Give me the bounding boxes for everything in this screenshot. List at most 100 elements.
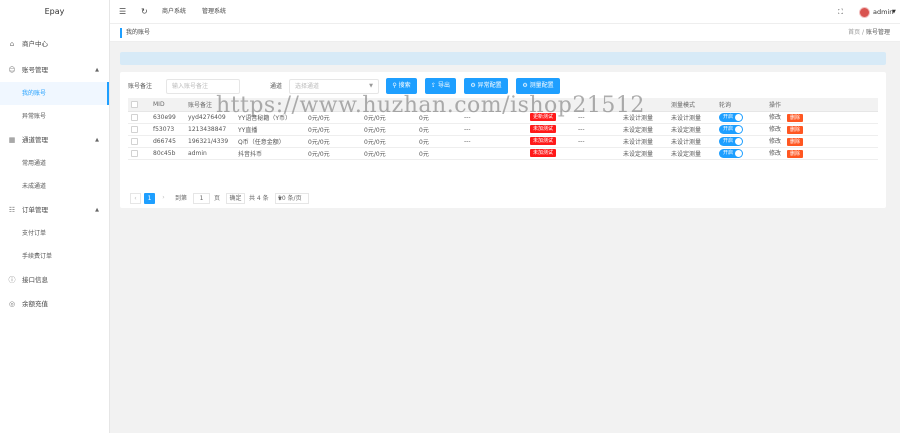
edit-button[interactable]: 修改: [769, 138, 781, 145]
edit-button[interactable]: 修改: [769, 150, 781, 157]
select-all-checkbox[interactable]: [128, 98, 150, 112]
account-filter-input[interactable]: [166, 79, 240, 94]
polling-toggle[interactable]: 开启: [719, 124, 743, 134]
table-row: f53073 1213438847 YY直播 0元/0元 0元/0元 0元 --- 未加测试 -…: [128, 123, 878, 136]
page-size-select[interactable]: 10 条/页 ▼: [275, 193, 309, 204]
sidebar: Epay ⌂ 商户中心 ☺ 账号管理 ▲ 我的账号 异常账号 ▦ 通道管理 ▲ …: [0, 0, 110, 433]
polling-toggle[interactable]: 开启: [719, 112, 743, 122]
cell-m1: 0元/0元: [305, 111, 361, 124]
nav-admin-system[interactable]: 管理系统: [202, 0, 226, 24]
status-badge[interactable]: 未加测试: [530, 125, 557, 133]
chevron-down-icon: ▼: [369, 83, 373, 89]
sidebar-item-channel-management[interactable]: ▦ 通道管理 ▲: [0, 128, 109, 152]
col-channel: [235, 98, 305, 112]
sidebar-item-my-account[interactable]: 我的账号: [0, 82, 109, 105]
search-button[interactable]: ⚲ 搜索: [386, 78, 417, 94]
cell-m1: 0元/0元: [305, 123, 361, 136]
prev-page-button[interactable]: ‹: [130, 193, 141, 204]
col-polling: 轮询: [716, 98, 766, 112]
sidebar-item-fee-orders[interactable]: 手续费订单: [0, 245, 109, 268]
cell-m3: 0元: [416, 147, 461, 160]
page-1-button[interactable]: 1: [144, 193, 155, 204]
goto-page-input[interactable]: 1: [193, 193, 210, 204]
fullscreen-icon[interactable]: ⛶: [838, 0, 843, 24]
export-button[interactable]: ⇪ 导出: [425, 78, 456, 94]
next-page-button[interactable]: ›: [158, 193, 169, 204]
delete-button[interactable]: 删除: [787, 138, 804, 146]
measure-config-button[interactable]: ⚙ 测量配置: [516, 78, 560, 94]
row-checkbox[interactable]: [128, 111, 150, 124]
row-checkbox[interactable]: [128, 123, 150, 136]
cell-m5: ---: [575, 123, 620, 136]
delete-button[interactable]: 删除: [787, 114, 804, 122]
sidebar-item-unfinished-channel[interactable]: 未成通道: [0, 175, 109, 198]
user-menu[interactable]: admin: [873, 0, 893, 24]
avatar[interactable]: [859, 7, 870, 18]
cell-m2: 0元/0元: [361, 111, 416, 124]
abnormal-config-button[interactable]: ⚙ 异常配置: [464, 78, 508, 94]
col-actions: 操作: [766, 98, 878, 112]
tab-my-account[interactable]: 我的账号: [120, 28, 150, 38]
polling-toggle-label: 开启: [723, 125, 734, 132]
toggle-knob: [735, 137, 742, 145]
cell-mid: f53073: [150, 123, 185, 136]
sidebar-item-balance-recharge[interactable]: ◎ 余额充值: [0, 292, 109, 316]
polling-toggle[interactable]: 开启: [719, 148, 743, 158]
sidebar-item-merchant-center[interactable]: ⌂ 商户中心: [0, 32, 109, 56]
cell-m4: [461, 147, 527, 160]
chevron-down-icon[interactable]: ▼: [892, 0, 896, 24]
cell-mode2: 未设定测量: [668, 147, 716, 160]
gear-icon: ⚙: [470, 82, 476, 89]
sidebar-item-api-info[interactable]: ⓘ 接口信息: [0, 268, 109, 292]
status-badge[interactable]: 更新测试: [530, 113, 557, 121]
cell-m3: 0元: [416, 111, 461, 124]
nav-merchant-system[interactable]: 商户系统: [162, 0, 186, 24]
goto-confirm-button[interactable]: 确定: [226, 193, 245, 204]
col-9: [575, 98, 620, 112]
delete-button[interactable]: 删除: [787, 126, 804, 134]
home-icon: ⌂: [9, 40, 15, 48]
goto-label: 到第: [175, 195, 188, 202]
sidebar-item-common-channel[interactable]: 常用通道: [0, 152, 109, 175]
channel-select[interactable]: 选择通道 ▼: [289, 79, 379, 94]
cell-mode2: 未设计测量: [668, 135, 716, 148]
cell-mode1: 未设定测量: [620, 123, 668, 136]
cell-m3: 0元: [416, 135, 461, 148]
breadcrumb-home[interactable]: 首页: [848, 29, 860, 36]
status-badge[interactable]: 未加测试: [530, 137, 557, 145]
cell-account: 1213438847: [185, 123, 235, 136]
sidebar-item-payment-orders[interactable]: 支付订单: [0, 222, 109, 245]
brand-logo: Epay: [44, 7, 65, 16]
edit-button[interactable]: 修改: [769, 126, 781, 133]
status-badge[interactable]: 未加测试: [530, 149, 557, 157]
sidebar-item-order-management[interactable]: ☷ 订单管理 ▲: [0, 198, 109, 222]
cell-m2: 0元/0元: [361, 147, 416, 160]
account-panel: 账号备注 通道 选择通道 ▼ ⚲ 搜索 ⇪ 导出 ⚙ 异常配置 ⚙ 测量配置 M…: [120, 72, 886, 208]
menu-toggle-icon[interactable]: ☰: [119, 0, 126, 24]
col-8: [527, 98, 575, 112]
status-cell: 未加测试: [527, 123, 575, 136]
order-icon: ☷: [8, 206, 16, 214]
cell-mid: 80c45b: [150, 147, 185, 160]
cell-m1: 0元/0元: [305, 147, 361, 160]
cell-m4: ---: [461, 111, 527, 124]
col-7: [461, 98, 527, 112]
actions-cell: 修改 删除: [766, 135, 878, 148]
chevron-up-icon: ▲: [95, 207, 99, 213]
gear-icon: ⚙: [522, 82, 528, 89]
row-checkbox[interactable]: [128, 147, 150, 160]
cell-mode1: 未设计测量: [620, 135, 668, 148]
status-cell: 未加测试: [527, 135, 575, 148]
cell-m4: ---: [461, 123, 527, 136]
sidebar-item-abnormal-account[interactable]: 异常账号: [0, 105, 109, 128]
sidebar-item-account-management[interactable]: ☺ 账号管理 ▲: [0, 58, 109, 82]
delete-button[interactable]: 删除: [787, 150, 804, 158]
chevron-up-icon: ▲: [95, 137, 99, 143]
row-checkbox[interactable]: [128, 135, 150, 148]
edit-button[interactable]: 修改: [769, 114, 781, 121]
cell-account: 196321/4339: [185, 135, 235, 148]
col-6: [416, 98, 461, 112]
polling-toggle[interactable]: 开启: [719, 136, 743, 146]
refresh-icon[interactable]: ↻: [141, 0, 148, 24]
wallet-icon: ◎: [8, 300, 16, 308]
